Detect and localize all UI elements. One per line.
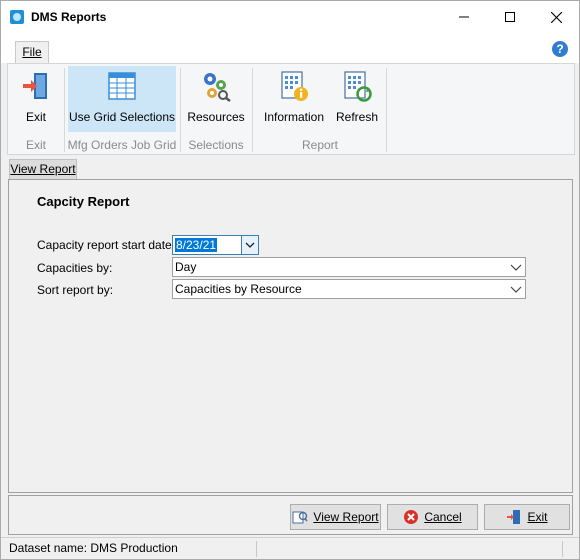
cancel-icon (404, 510, 419, 524)
group-label-selections: Selections (188, 138, 244, 152)
group-label-mfg: Mfg Orders Job Grid (67, 138, 177, 152)
report-options-panel: Capcity Report Capacity report start dat… (8, 179, 573, 493)
tab-view-report-label: View Report (10, 162, 76, 176)
ribbon-separator (180, 68, 181, 152)
cancel-button[interactable]: Cancel (387, 504, 478, 530)
title-bar: DMS Reports (1, 1, 579, 33)
refresh-label: Refresh (335, 110, 379, 124)
report-information-icon (281, 71, 308, 101)
use-grid-selections-button[interactable]: Use Grid Selections (68, 66, 176, 132)
resources-gear-icon (204, 73, 231, 102)
status-bar: Dataset name: DMS Production (1, 537, 579, 559)
sort-by-select[interactable]: Capacities by Resource (172, 279, 526, 299)
tab-view-report[interactable]: View Report (9, 159, 77, 179)
start-date-label: Capacity report start date: (37, 238, 176, 252)
start-date-picker[interactable]: 8/23/21 (172, 235, 259, 255)
use-grid-selections-label: Use Grid Selections (68, 110, 176, 124)
help-icon[interactable]: ? (552, 41, 568, 57)
app-logo-icon (10, 10, 24, 24)
capacities-by-label: Capacities by: (37, 261, 113, 275)
refresh-button[interactable]: Refresh (332, 66, 382, 132)
grid-table-icon (108, 72, 136, 100)
minimize-icon (459, 16, 469, 18)
exit-button[interactable]: Exit (484, 504, 570, 530)
tab-file-label: File (22, 45, 42, 59)
start-date-value: 8/23/21 (175, 238, 218, 252)
close-icon (550, 11, 562, 23)
view-report-icon (292, 511, 309, 524)
resources-button[interactable]: Resources (186, 66, 246, 132)
information-label: Information (263, 110, 325, 124)
ribbon-exit-button[interactable]: Exit (12, 66, 60, 132)
action-bar: View Report Cancel Exit (8, 495, 573, 535)
sort-by-value: Capacities by Resource (175, 282, 302, 296)
exit-label: Exit (527, 510, 548, 524)
chevron-down-icon (510, 286, 522, 293)
ribbon-tabs: File (1, 33, 579, 63)
group-label-exit: Exit (25, 138, 46, 152)
capacities-by-value: Day (175, 260, 197, 274)
tab-file[interactable]: File (15, 41, 49, 63)
date-dropdown-button[interactable] (241, 236, 258, 254)
status-separator (562, 541, 563, 557)
maximize-button[interactable] (487, 1, 533, 33)
group-label-report: Report (301, 138, 339, 152)
minimize-button[interactable] (441, 1, 487, 33)
view-report-button[interactable]: View Report (290, 504, 381, 530)
report-refresh-icon (344, 71, 372, 102)
exit-door-icon (507, 510, 521, 524)
window-title: DMS Reports (31, 10, 107, 24)
close-window-button[interactable] (533, 1, 579, 33)
information-button[interactable]: Information (260, 66, 328, 132)
dataset-status: Dataset name: DMS Production (9, 541, 178, 555)
app-window: DMS Reports File ? Exit Exit Use Grid Se… (0, 0, 580, 560)
ribbon-separator (386, 68, 387, 152)
cancel-label: Cancel (424, 510, 462, 524)
chevron-down-icon (510, 264, 522, 271)
ribbon-exit-label: Exit (25, 110, 46, 124)
ribbon: Exit Exit Use Grid Selections Mfg Orders… (7, 63, 575, 155)
chevron-down-icon (245, 242, 255, 248)
exit-door-icon (23, 73, 47, 99)
status-separator (256, 541, 257, 557)
capacities-by-select[interactable]: Day (172, 257, 526, 277)
sort-by-label: Sort report by: (37, 283, 114, 297)
view-report-label: View Report (313, 510, 379, 524)
page-title: Capcity Report (37, 194, 130, 209)
resources-label: Resources (187, 110, 245, 124)
maximize-icon (505, 12, 515, 22)
ribbon-separator (252, 68, 253, 152)
